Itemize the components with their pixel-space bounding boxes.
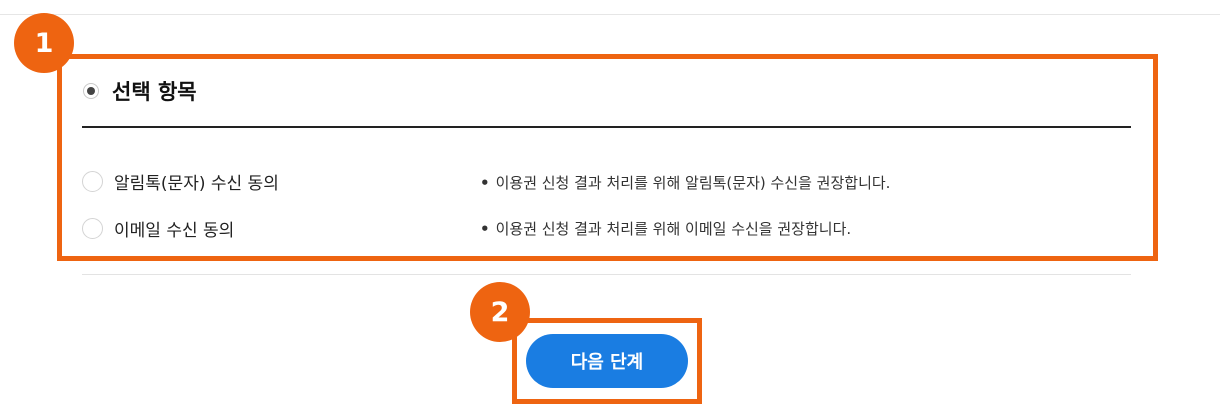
email-consent-label[interactable]: 이메일 수신 동의 <box>114 216 234 241</box>
email-consent-description-text: 이용권 신청 결과 처리를 위해 이메일 수신을 권장합니다. <box>495 220 852 238</box>
email-consent-description: • 이용권 신청 결과 처리를 위해 이메일 수신을 권장합니다. <box>480 218 851 239</box>
sms-consent-label[interactable]: 알림톡(문자) 수신 동의 <box>114 169 279 194</box>
sms-consent-description: • 이용권 신청 결과 처리를 위해 알림톡(문자) 수신을 권장합니다. <box>480 172 890 193</box>
bullet-icon: • <box>480 220 490 238</box>
section-header: 선택 항목 <box>83 76 197 106</box>
top-divider <box>0 14 1220 15</box>
section-title-divider <box>82 126 1131 128</box>
sms-consent-radio[interactable] <box>82 171 103 192</box>
annotation-badge-1: 1 <box>14 13 74 73</box>
section-bullet-icon <box>83 83 99 99</box>
email-consent-radio[interactable] <box>82 218 103 239</box>
option-sms-consent[interactable]: 알림톡(문자) 수신 동의 <box>82 169 279 194</box>
bullet-icon: • <box>480 174 490 192</box>
annotation-badge-2: 2 <box>470 282 530 342</box>
sms-consent-description-text: 이용권 신청 결과 처리를 위해 알림톡(문자) 수신을 권장합니다. <box>495 174 891 192</box>
option-email-consent[interactable]: 이메일 수신 동의 <box>82 216 234 241</box>
next-step-button[interactable]: 다음 단계 <box>526 334 688 388</box>
section-bottom-divider <box>82 274 1131 275</box>
section-title: 선택 항목 <box>112 80 197 104</box>
